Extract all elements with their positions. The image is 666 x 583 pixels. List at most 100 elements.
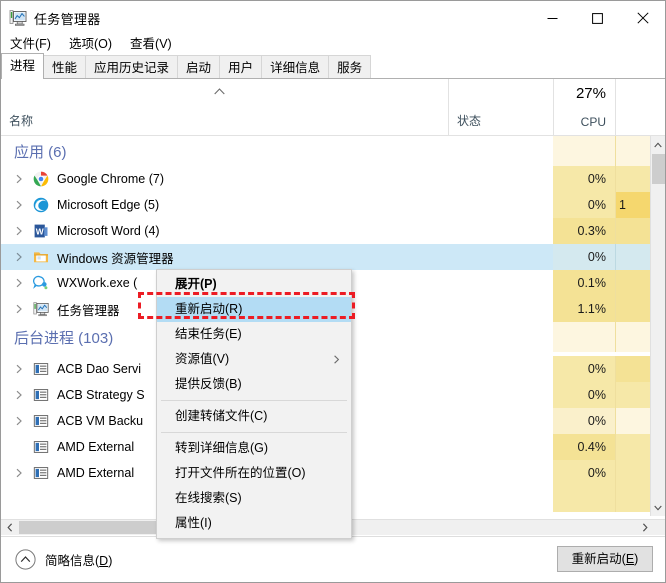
row-extra-value bbox=[615, 166, 652, 192]
minimize-button[interactable] bbox=[530, 3, 575, 33]
row-cpu-value: 0% bbox=[553, 356, 615, 382]
vertical-scrollbar[interactable] bbox=[650, 136, 665, 516]
scroll-down-button[interactable] bbox=[651, 499, 665, 516]
chrome-icon bbox=[33, 171, 49, 187]
chevron-right-icon[interactable] bbox=[14, 226, 24, 236]
fewer-details-label: 简略信息(D) bbox=[45, 554, 113, 568]
row-extra-value bbox=[615, 408, 652, 434]
group-label-background: 后台进程 (103) bbox=[14, 329, 114, 347]
scroll-left-button[interactable] bbox=[1, 520, 18, 535]
tab-services[interactable]: 服务 bbox=[328, 55, 372, 79]
chevron-left-icon bbox=[6, 523, 12, 532]
row-label: ACB Dao Servi bbox=[57, 362, 142, 376]
column-header-memory-partial[interactable] bbox=[615, 79, 665, 136]
column-header-cpu[interactable]: 27% CPU bbox=[553, 79, 615, 136]
row-name-cell: Microsoft Edge (5) bbox=[1, 192, 159, 218]
context-menu-item-properties[interactable]: 属性(I) bbox=[157, 511, 351, 536]
row-name-cell: Windows 资源管理器 bbox=[1, 244, 174, 270]
row-cpu-value: 0.1% bbox=[553, 270, 615, 296]
column-header-status[interactable]: 状态 bbox=[448, 79, 553, 136]
chevron-right-icon[interactable] bbox=[14, 304, 24, 314]
column-header-row: 名称 状态 27% CPU bbox=[1, 79, 665, 136]
column-header-name[interactable]: 名称 bbox=[1, 79, 448, 136]
row-cpu-value: 0% bbox=[553, 166, 615, 192]
group-header-apps[interactable]: 应用 (6) bbox=[1, 136, 665, 166]
group-extra-cell bbox=[615, 136, 652, 166]
chevron-up-circle-icon bbox=[15, 549, 36, 570]
chevron-right-icon[interactable] bbox=[14, 174, 24, 184]
cpu-total-usage: 27% bbox=[575, 85, 606, 102]
group-label-apps: 应用 (6) bbox=[14, 143, 67, 161]
group-cpu-cell bbox=[553, 322, 615, 352]
row-label: ACB VM Backu bbox=[57, 414, 144, 428]
row-name-cell: ACB VM Backu bbox=[1, 408, 143, 434]
row-name-cell: WXWork.exe ( bbox=[1, 270, 137, 296]
generic-process-icon bbox=[33, 415, 49, 427]
table-row[interactable]: Windows 资源管理器 0% bbox=[1, 244, 665, 270]
row-name-cell: W Microsoft Word (4) bbox=[1, 218, 160, 244]
chevron-right-icon[interactable] bbox=[14, 364, 24, 374]
table-row[interactable]: Google Chrome (7) 0% bbox=[1, 166, 665, 192]
row-cpu-value: 0.4% bbox=[553, 434, 615, 460]
row-label: AMD External bbox=[57, 466, 135, 480]
tab-processes[interactable]: 进程 bbox=[1, 53, 45, 79]
fewer-details-button[interactable]: 简略信息(D) bbox=[15, 549, 112, 570]
chevron-right-icon[interactable] bbox=[14, 200, 24, 210]
minimize-icon bbox=[547, 17, 558, 19]
chevron-right-icon[interactable] bbox=[14, 390, 24, 400]
context-menu-item-end-task[interactable]: 结束任务(E) bbox=[157, 322, 351, 347]
context-menu-item-provide-feedback[interactable]: 提供反馈(B) bbox=[157, 372, 351, 397]
chevron-right-icon[interactable] bbox=[14, 278, 24, 288]
context-menu-item-restart[interactable]: 重新启动(R) bbox=[157, 297, 351, 322]
vertical-scrollbar-thumb[interactable] bbox=[652, 154, 665, 184]
context-menu[interactable]: 展开(P) 重新启动(R) 结束任务(E) 资源值(V) 提供反馈(B) 创建转… bbox=[156, 269, 352, 539]
table-row[interactable]: W Microsoft Word (4) 0.3% bbox=[1, 218, 665, 244]
window-title: 任务管理器 bbox=[34, 11, 101, 27]
status-bar: 简略信息(D) 重新启动(E) bbox=[1, 536, 665, 582]
chevron-up-icon bbox=[654, 141, 662, 147]
close-icon bbox=[636, 12, 649, 24]
row-extra-value bbox=[615, 296, 652, 322]
tab-users[interactable]: 用户 bbox=[219, 55, 263, 79]
context-menu-item-search-online[interactable]: 在线搜索(S) bbox=[157, 486, 351, 511]
group-row-name-bg bbox=[1, 136, 553, 166]
task-manager-icon bbox=[9, 10, 27, 26]
context-menu-item-open-file-location[interactable]: 打开文件所在的位置(O) bbox=[157, 461, 351, 486]
row-cpu-value: 0% bbox=[553, 244, 615, 270]
menu-item-options[interactable]: 选项(O) bbox=[67, 32, 114, 53]
table-row[interactable]: Microsoft Edge (5) 0% 1 bbox=[1, 192, 665, 218]
svg-text:W: W bbox=[36, 226, 44, 236]
row-label: WXWork.exe ( bbox=[57, 276, 138, 290]
scroll-right-button[interactable] bbox=[636, 520, 653, 535]
row-name-cell: AMD External bbox=[1, 434, 134, 460]
context-menu-item-expand[interactable]: 展开(P) bbox=[157, 272, 351, 297]
chevron-right-icon[interactable] bbox=[14, 468, 24, 478]
row-name-cell: Google Chrome (7) bbox=[1, 166, 164, 192]
word-icon: W bbox=[34, 224, 48, 238]
tab-performance[interactable]: 性能 bbox=[43, 55, 87, 79]
menu-item-view[interactable]: 查看(V) bbox=[128, 32, 174, 53]
chevron-right-icon[interactable] bbox=[14, 416, 24, 426]
task-manager-window: 任务管理器 文件(F) 选项(O) 查看(V) 进程 性能 应用历史记录 启动 bbox=[0, 0, 666, 583]
row-name-cell: ACB Dao Servi bbox=[1, 356, 141, 382]
maximize-button[interactable] bbox=[575, 3, 620, 33]
row-label: Windows 资源管理器 bbox=[57, 251, 174, 266]
row-cpu-value bbox=[553, 486, 615, 512]
scroll-up-button[interactable] bbox=[651, 136, 665, 153]
row-name-cell: AMD External bbox=[1, 460, 134, 486]
tab-startup[interactable]: 启动 bbox=[177, 55, 221, 79]
row-extra-value bbox=[615, 486, 652, 512]
menu-item-file[interactable]: 文件(F) bbox=[8, 32, 53, 53]
column-label-status: 状态 bbox=[457, 114, 482, 128]
generic-process-icon bbox=[33, 389, 49, 401]
group-extra-cell bbox=[615, 322, 652, 352]
close-button[interactable] bbox=[620, 3, 665, 33]
context-menu-item-resource-values[interactable]: 资源值(V) bbox=[157, 347, 351, 372]
task-manager-icon bbox=[33, 302, 49, 317]
context-menu-item-go-to-details[interactable]: 转到详细信息(G) bbox=[157, 436, 351, 461]
chevron-right-icon[interactable] bbox=[14, 252, 24, 262]
tab-details[interactable]: 详细信息 bbox=[261, 55, 330, 79]
tab-app-history[interactable]: 应用历史记录 bbox=[85, 55, 179, 79]
restart-button[interactable]: 重新启动(E) bbox=[557, 546, 653, 572]
context-menu-item-create-dump-file[interactable]: 创建转储文件(C) bbox=[157, 404, 351, 429]
